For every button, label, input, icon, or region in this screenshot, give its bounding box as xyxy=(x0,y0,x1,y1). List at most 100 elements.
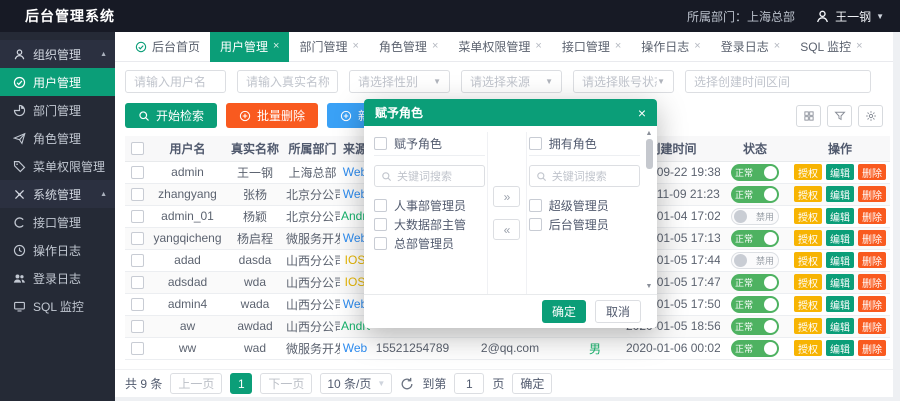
modal-ok-button[interactable]: 确定 xyxy=(542,300,586,323)
sidebar-item-org-management[interactable]: 组织管理▲ xyxy=(0,40,115,68)
next-page-button[interactable]: 下一页 xyxy=(260,373,312,394)
goto-page-input[interactable]: 1 xyxy=(454,373,484,394)
filter-button[interactable] xyxy=(827,105,852,127)
settings-button[interactable] xyxy=(858,105,883,127)
checkbox[interactable] xyxy=(529,199,542,212)
sidebar-item-dept-management[interactable]: 部门管理 xyxy=(0,96,115,124)
row-checkbox[interactable] xyxy=(131,342,144,355)
authorize-button[interactable]: 授权 xyxy=(794,296,822,312)
goto-confirm-button[interactable]: 确定 xyxy=(512,373,552,394)
checkbox[interactable] xyxy=(374,237,387,250)
close-icon[interactable]: × xyxy=(774,41,780,52)
tab-menu-permission[interactable]: 菜单权限管理× xyxy=(448,32,551,62)
status-toggle[interactable]: 禁用 xyxy=(731,208,779,225)
status-toggle[interactable]: 禁用 xyxy=(731,252,779,269)
user-menu[interactable]: 王一钢 ▼ xyxy=(815,8,884,25)
current-page-button[interactable]: 1 xyxy=(230,373,252,394)
row-checkbox[interactable] xyxy=(131,254,144,267)
role-option[interactable]: 超级管理员 xyxy=(529,196,640,215)
edit-button[interactable]: 编辑 xyxy=(826,230,854,246)
move-right-button[interactable]: » xyxy=(493,186,520,207)
row-checkbox[interactable] xyxy=(131,276,144,289)
edit-button[interactable]: 编辑 xyxy=(826,318,854,334)
checkbox[interactable] xyxy=(374,137,387,150)
sidebar-item-login-log[interactable]: 登录日志 xyxy=(0,264,115,292)
tab-api-management[interactable]: 接口管理× xyxy=(552,32,631,62)
tab-dept-management[interactable]: 部门管理× xyxy=(289,32,368,62)
edit-button[interactable]: 编辑 xyxy=(826,186,854,202)
scroll-thumb[interactable] xyxy=(646,139,653,169)
delete-button[interactable]: 删除 xyxy=(858,186,886,202)
authorize-button[interactable]: 授权 xyxy=(794,252,822,268)
sidebar-item-system-management[interactable]: 系统管理▲ xyxy=(0,180,115,208)
scroll-up-icon[interactable]: ▲ xyxy=(646,129,653,138)
close-icon[interactable]: × xyxy=(638,105,646,121)
status-toggle[interactable]: 正常 xyxy=(731,318,779,335)
status-toggle[interactable]: 正常 xyxy=(731,230,779,247)
edit-button[interactable]: 编辑 xyxy=(826,164,854,180)
delete-button[interactable]: 删除 xyxy=(858,340,886,356)
delete-button[interactable]: 删除 xyxy=(858,318,886,334)
scroll-down-icon[interactable]: ▼ xyxy=(646,282,653,291)
refresh-icon[interactable] xyxy=(400,377,414,391)
delete-button[interactable]: 删除 xyxy=(858,208,886,224)
close-icon[interactable]: × xyxy=(615,41,621,52)
checkbox[interactable] xyxy=(529,218,542,231)
close-icon[interactable]: × xyxy=(432,41,438,52)
tab-user-management[interactable]: 用户管理× xyxy=(210,32,289,62)
tab-role-management[interactable]: 角色管理× xyxy=(369,32,448,62)
username-filter[interactable]: 请输入用户名 xyxy=(125,70,226,93)
authorize-button[interactable]: 授权 xyxy=(794,274,822,290)
move-left-button[interactable]: « xyxy=(493,219,520,240)
realname-filter[interactable]: 请输入真实名称 xyxy=(237,70,338,93)
close-icon[interactable]: × xyxy=(856,41,862,52)
status-toggle[interactable]: 正常 xyxy=(731,164,779,181)
row-checkbox[interactable] xyxy=(131,188,144,201)
sidebar-item-sql-monitor[interactable]: SQL 监控 xyxy=(0,292,115,320)
role-option[interactable]: 后台管理员 xyxy=(529,215,640,234)
status-toggle[interactable]: 正常 xyxy=(731,274,779,291)
close-icon[interactable]: × xyxy=(352,41,358,52)
prev-page-button[interactable]: 上一页 xyxy=(170,373,222,394)
checkbox[interactable] xyxy=(529,137,542,150)
delete-button[interactable]: 删除 xyxy=(858,230,886,246)
gender-filter[interactable]: 请选择性别▼ xyxy=(349,70,450,93)
tab-sql-monitor[interactable]: SQL 监控× xyxy=(790,32,872,62)
account-status-filter[interactable]: 请选择账号状态▼ xyxy=(573,70,674,93)
row-checkbox[interactable] xyxy=(131,166,144,179)
role-option[interactable]: 大数据部主管 xyxy=(374,215,485,234)
columns-grid-button[interactable] xyxy=(796,105,821,127)
authorize-button[interactable]: 授权 xyxy=(794,208,822,224)
close-icon[interactable]: × xyxy=(273,41,279,52)
role-option[interactable]: 人事部管理员 xyxy=(374,196,485,215)
checkbox[interactable] xyxy=(374,218,387,231)
owned-role-search-input[interactable]: 关键词搜索 xyxy=(529,165,640,187)
delete-button[interactable]: 删除 xyxy=(858,252,886,268)
select-all-checkbox[interactable] xyxy=(131,142,144,155)
modal-scrollbar[interactable]: ▲ ▼ xyxy=(644,129,654,291)
authorize-button[interactable]: 授权 xyxy=(794,230,822,246)
page-size-select[interactable]: 10 条/页 ▼ xyxy=(320,373,392,394)
delete-button[interactable]: 删除 xyxy=(858,296,886,312)
sidebar-item-role-management[interactable]: 角色管理 xyxy=(0,124,115,152)
modal-cancel-button[interactable]: 取消 xyxy=(595,300,641,323)
authorize-button[interactable]: 授权 xyxy=(794,164,822,180)
edit-button[interactable]: 编辑 xyxy=(826,340,854,356)
sidebar-item-operation-log[interactable]: 操作日志 xyxy=(0,236,115,264)
status-toggle[interactable]: 正常 xyxy=(731,296,779,313)
edit-button[interactable]: 编辑 xyxy=(826,208,854,224)
row-checkbox[interactable] xyxy=(131,320,144,333)
status-toggle[interactable]: 正常 xyxy=(731,340,779,357)
search-button[interactable]: 开始检索 xyxy=(125,103,217,128)
tab-operation-log[interactable]: 操作日志× xyxy=(631,32,710,62)
authorize-button[interactable]: 授权 xyxy=(794,340,822,356)
checkbox[interactable] xyxy=(374,199,387,212)
delete-button[interactable]: 删除 xyxy=(858,164,886,180)
edit-button[interactable]: 编辑 xyxy=(826,296,854,312)
tab-home[interactable]: 后台首页 xyxy=(125,32,210,62)
batch-delete-button[interactable]: 批量删除 xyxy=(226,103,318,128)
sidebar-item-menu-permission-management[interactable]: 菜单权限管理 xyxy=(0,152,115,180)
close-icon[interactable]: × xyxy=(535,41,541,52)
created-range-filter[interactable]: 选择创建时间区间 xyxy=(685,70,871,93)
edit-button[interactable]: 编辑 xyxy=(826,274,854,290)
